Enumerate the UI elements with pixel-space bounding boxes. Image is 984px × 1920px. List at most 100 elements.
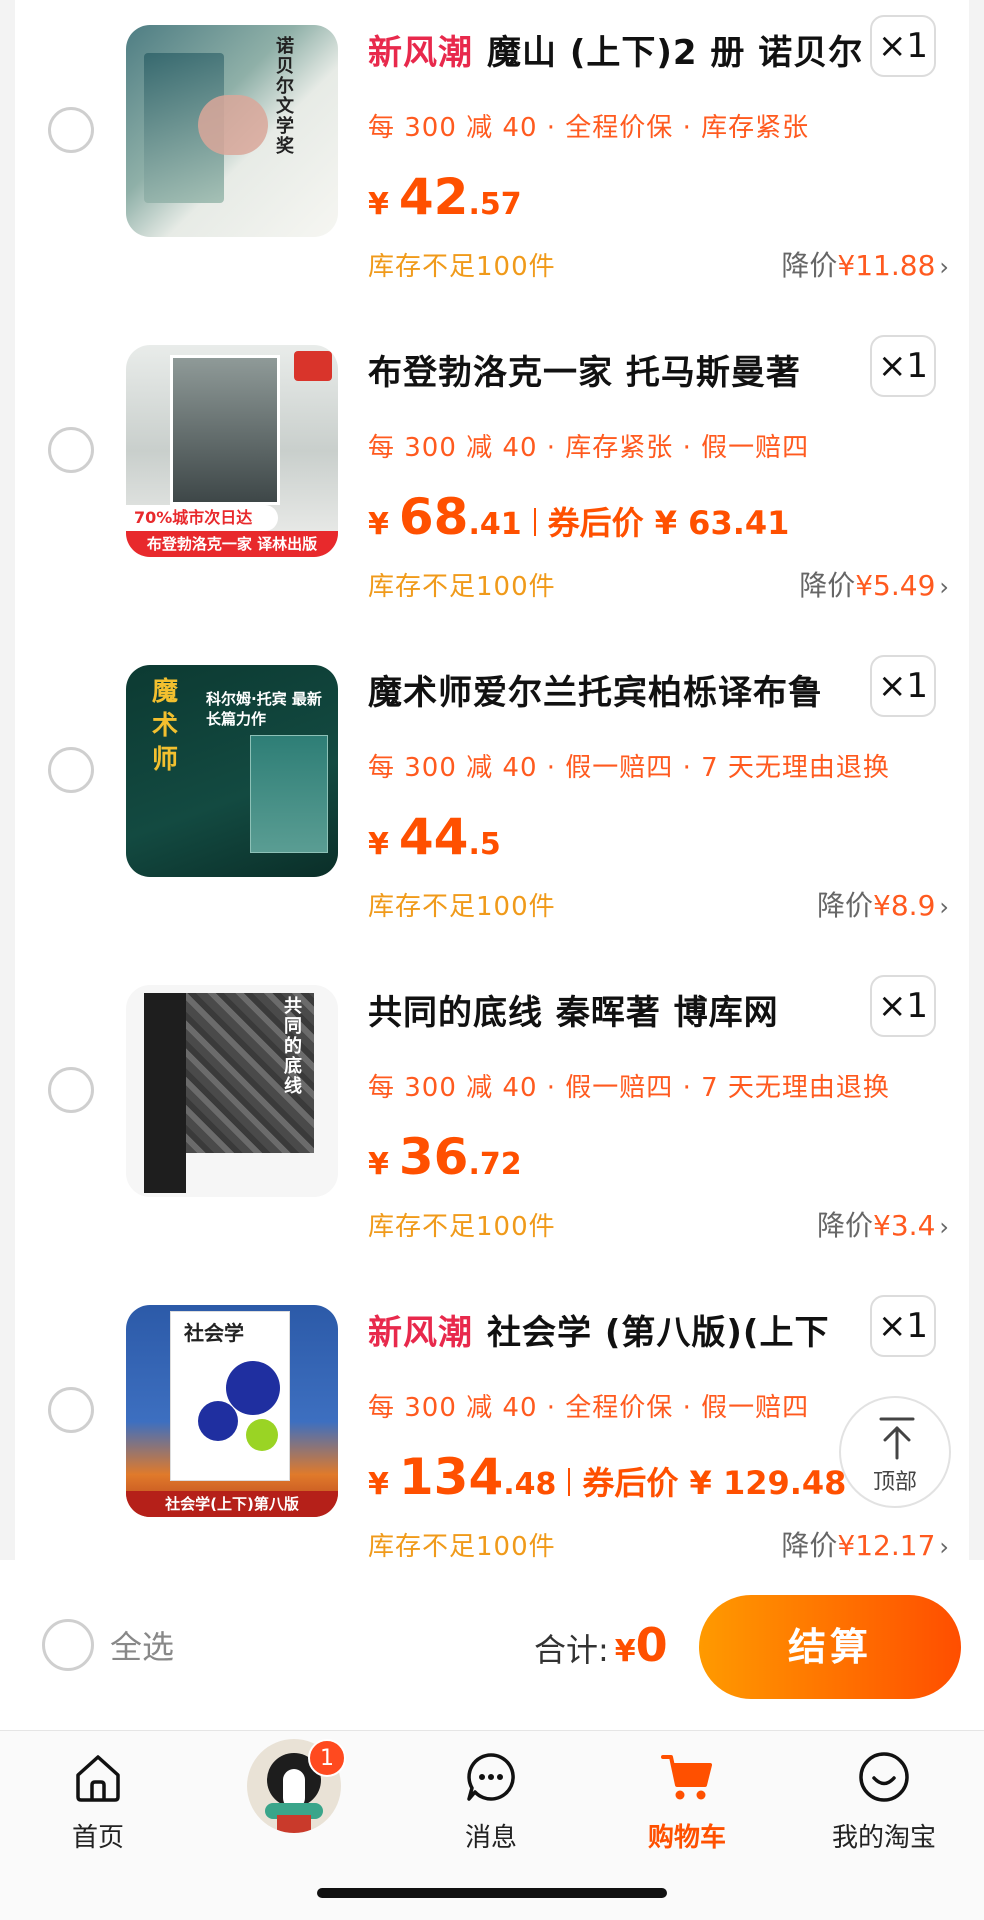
stock-note: 库存不足100件 [368,572,556,602]
price-drop-amount: ¥8.9 [873,889,936,922]
price-drop-label: 降价 [799,569,856,602]
price-integer: 68 [398,488,469,546]
cart-item[interactable]: 诺贝尔文学奖 新风潮 魔山 (上下)2 册 诺贝尔 ×1 每 300 减 40 ·… [15,0,969,320]
product-thumbnail[interactable]: 共同的底线 [126,985,338,1197]
chevron-right-icon: › [939,1213,949,1241]
select-all-label[interactable]: 全选 [110,1622,174,1668]
coupon-price: 券后价 ¥ 129.48 [582,1464,847,1502]
tab-messages[interactable]: 消息 [393,1731,589,1871]
book-photo [170,355,280,505]
price-integer: 134 [398,1448,504,1506]
chevron-right-icon: › [939,1533,949,1561]
price-decimal: .48 [503,1467,557,1502]
price-drop-link[interactable]: 降价¥5.49 › [799,564,949,604]
total-label: 合计: [534,1631,609,1669]
cart-item[interactable]: 魔术师 科尔姆·托宾 最新长篇力作 魔术师爱尔兰托宾柏栎译布鲁 ×1 每 300… [15,640,969,960]
scroll-to-top-button[interactable]: 顶部 [839,1396,951,1508]
price-currency: ¥ [368,507,389,542]
price-decimal: .5 [468,827,501,862]
product-title[interactable]: 共同的底线 秦晖著 博库网 [368,985,779,1034]
promo-text: 每 300 减 40 · 全程价保 · 假一赔四 [368,1393,810,1423]
scroll-to-top-label: 顶部 [872,1470,917,1495]
promo-text: 每 300 减 40 · 假一赔四 · 7 天无理由退换 [368,1073,890,1103]
item-select-radio[interactable] [48,747,94,793]
price-drop-amount: ¥5.49 [855,569,936,602]
product-thumbnail[interactable]: 诺贝尔文学奖 [126,25,338,237]
cover-subtitle: 科尔姆·托宾 最新长篇力作 [206,690,322,728]
tab-messages-label: 消息 [464,1823,517,1853]
product-thumbnail[interactable]: 社会学 社会学(上下)第八版 [126,1305,338,1517]
product-title[interactable]: 布登勃洛克一家 托马斯曼著 [368,345,801,394]
shopping-cart-icon [661,1755,712,1800]
price-drop-label: 降价 [781,249,838,282]
cart-item[interactable]: 共同的底线 共同的底线 秦晖著 博库网 ×1 每 300 减 40 · 假一赔四… [15,960,969,1280]
chat-bubble-icon [467,1753,515,1801]
price-drop-link[interactable]: 降价¥12.17 › [781,1524,949,1564]
tab-mine[interactable]: 我的淘宝 [786,1731,982,1871]
price-separator [533,508,536,536]
price-currency: ¥ [368,1467,389,1502]
promo-text: 每 300 减 40 · 库存紧张 · 假一赔四 [368,433,810,463]
price-integer: 42 [398,168,469,226]
tab-cart-label: 购物车 [647,1823,726,1853]
item-select-radio[interactable] [48,107,94,153]
tab-home[interactable]: 首页 [0,1731,196,1871]
product-title[interactable]: 魔术师爱尔兰托宾柏栎译布鲁 [368,665,823,714]
price-decimal: .72 [468,1147,522,1182]
product-thumbnail[interactable]: 70%城市次日达 布登勃洛克一家 译林出版 [126,345,338,557]
book-spine [144,993,186,1193]
chevron-right-icon: › [939,893,949,921]
smile-face-icon [859,1752,909,1802]
tab-pet[interactable]: 1 [196,1731,392,1871]
price-drop-amount: ¥11.88 [837,249,936,282]
promo-text: 每 300 减 40 · 假一赔四 · 7 天无理由退换 [368,753,890,783]
cover-title-text: 社会学 [184,1321,244,1345]
item-select-radio[interactable] [48,427,94,473]
quantity-button[interactable]: ×1 [870,335,936,397]
home-indicator [317,1888,667,1898]
cart-item[interactable]: 70%城市次日达 布登勃洛克一家 译林出版 布登勃洛克一家 托马斯曼著 ×1 每… [15,320,969,640]
tab-cart[interactable]: 购物车 [589,1731,785,1871]
cart-item-list: 诺贝尔文学奖 新风潮 魔山 (上下)2 册 诺贝尔 ×1 每 300 减 40 ·… [15,0,969,1562]
price: ¥68.41 券后价 ¥ 63.41 [368,488,789,546]
product-thumbnail[interactable]: 魔术师 科尔姆·托宾 最新长篇力作 [126,665,338,877]
cart-item[interactable]: 社会学 社会学(上下)第八版 新风潮 社会学 (第八版)(上下 ×1 每 300 … [15,1280,969,1600]
book-cover-hand [198,95,268,155]
select-all-radio[interactable] [42,1619,94,1671]
shop-logo [294,351,332,381]
total-currency: ¥ [614,1634,636,1669]
product-title[interactable]: 新风潮 魔山 (上下)2 册 诺贝尔 [368,25,863,74]
price-currency: ¥ [368,827,389,862]
book-3d-image [250,735,328,853]
brand-tag: 新风潮 [368,1313,473,1353]
stock-note: 库存不足100件 [368,252,556,282]
quantity-button[interactable]: ×1 [870,655,936,717]
price-decimal: .41 [468,507,522,542]
product-title[interactable]: 新风潮 社会学 (第八版)(上下 [368,1305,829,1354]
cover-title-text: 诺贝尔文学奖 [276,36,294,157]
stock-note: 库存不足100件 [368,892,556,922]
quantity-button[interactable]: ×1 [870,1295,936,1357]
cover-dot [246,1419,278,1451]
chevron-right-icon: › [939,253,949,281]
price-drop-label: 降价 [817,1209,874,1242]
item-select-radio[interactable] [48,1387,94,1433]
stock-note: 库存不足100件 [368,1212,556,1242]
price-drop-link[interactable]: 降价¥11.88 › [781,244,949,284]
price-currency: ¥ [368,1147,389,1182]
cover-banner: 社会学(上下)第八版 [126,1491,338,1517]
cart-page: 诺贝尔文学奖 新风潮 魔山 (上下)2 册 诺贝尔 ×1 每 300 减 40 ·… [0,0,984,1920]
price-currency: ¥ [368,187,389,222]
price-drop-link[interactable]: 降价¥3.4 › [817,1204,949,1244]
cover-title-text: 共同的底线 [284,996,302,1097]
price-integer: 44 [398,808,469,866]
coupon-price: 券后价 ¥ 63.41 [547,504,790,542]
checkout-button[interactable]: 结算 [699,1595,961,1699]
price: ¥42.57 [368,168,522,226]
item-select-radio[interactable] [48,1067,94,1113]
quantity-button[interactable]: ×1 [870,975,936,1037]
cover-title-text: 魔术师 [152,677,179,775]
price: ¥44.5 [368,808,501,866]
price-drop-link[interactable]: 降价¥8.9 › [817,884,949,924]
quantity-button[interactable]: ×1 [870,15,936,77]
